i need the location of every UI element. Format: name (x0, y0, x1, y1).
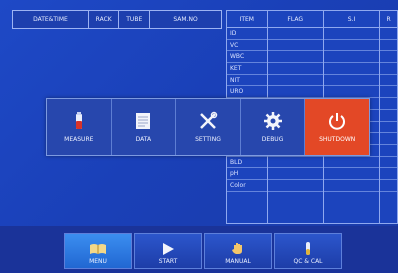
header-tube: TUBE (119, 11, 151, 28)
column-divider (379, 11, 380, 223)
shutdown-icon (329, 113, 346, 130)
bottom-toolbar: MENU START MANUAL QC & CAL (0, 226, 398, 273)
device-screen: DATE&TIME RACK TUBE SAM.NO ITEM FLAG S.I… (0, 0, 398, 273)
measure-icon (75, 112, 82, 129)
menu-item-label: DATA (135, 136, 152, 143)
tube-icon (306, 242, 310, 255)
col-item: ITEM (227, 11, 268, 27)
table-row[interactable]: Color (227, 180, 397, 192)
menu-item-shutdown[interactable]: SHUTDOWN (305, 99, 369, 155)
button-label: MENU (89, 258, 107, 265)
table-row[interactable]: BLD (227, 157, 397, 169)
header-date-time: DATE&TIME (13, 11, 89, 28)
button-label: QC & CAL (293, 258, 323, 265)
col-flag: FLAG (268, 11, 324, 27)
start-button[interactable]: START (134, 233, 202, 269)
table-row[interactable]: WBC (227, 51, 397, 64)
col-si: S.I (324, 11, 381, 27)
table-row[interactable]: VC (227, 40, 397, 52)
setting-icon (200, 111, 218, 129)
menu-item-measure[interactable]: MEASURE (47, 99, 112, 155)
book-icon (90, 244, 106, 254)
table-row[interactable]: KET (227, 63, 397, 75)
menu-button[interactable]: MENU (64, 233, 132, 269)
debug-icon (263, 112, 282, 130)
menu-item-label: SETTING (195, 136, 221, 143)
menu-item-debug[interactable]: DEBUG (241, 99, 306, 155)
menu-item-label: SHUTDOWN (319, 136, 356, 143)
col-r: R (386, 15, 391, 23)
sample-header-bar: DATE&TIME RACK TUBE SAM.NO (12, 10, 222, 29)
header-sample-no: SAM.NO (173, 16, 198, 23)
menu-item-setting[interactable]: SETTING (176, 99, 241, 155)
hand-icon (232, 243, 242, 254)
result-table-header: ITEM FLAG S.I R (227, 11, 397, 28)
data-icon (136, 113, 151, 129)
button-label: MANUAL (225, 258, 251, 265)
play-icon (163, 243, 174, 255)
table-row[interactable]: NIT (227, 75, 397, 87)
table-row[interactable]: ID (227, 28, 397, 40)
button-label: START (158, 258, 178, 265)
menu-item-label: DEBUG (261, 136, 284, 143)
table-row[interactable]: URO (227, 86, 397, 99)
menu-item-data[interactable]: DATA (112, 99, 177, 155)
qc-cal-button[interactable]: QC & CAL (274, 233, 342, 269)
main-menu-popup: MEASURE DATA SETTING DEBUG SHUTDOWN (46, 98, 370, 156)
table-row[interactable]: pH (227, 168, 397, 180)
header-rack: RACK (89, 11, 120, 28)
menu-item-label: MEASURE (64, 136, 94, 143)
manual-button[interactable]: MANUAL (204, 233, 272, 269)
